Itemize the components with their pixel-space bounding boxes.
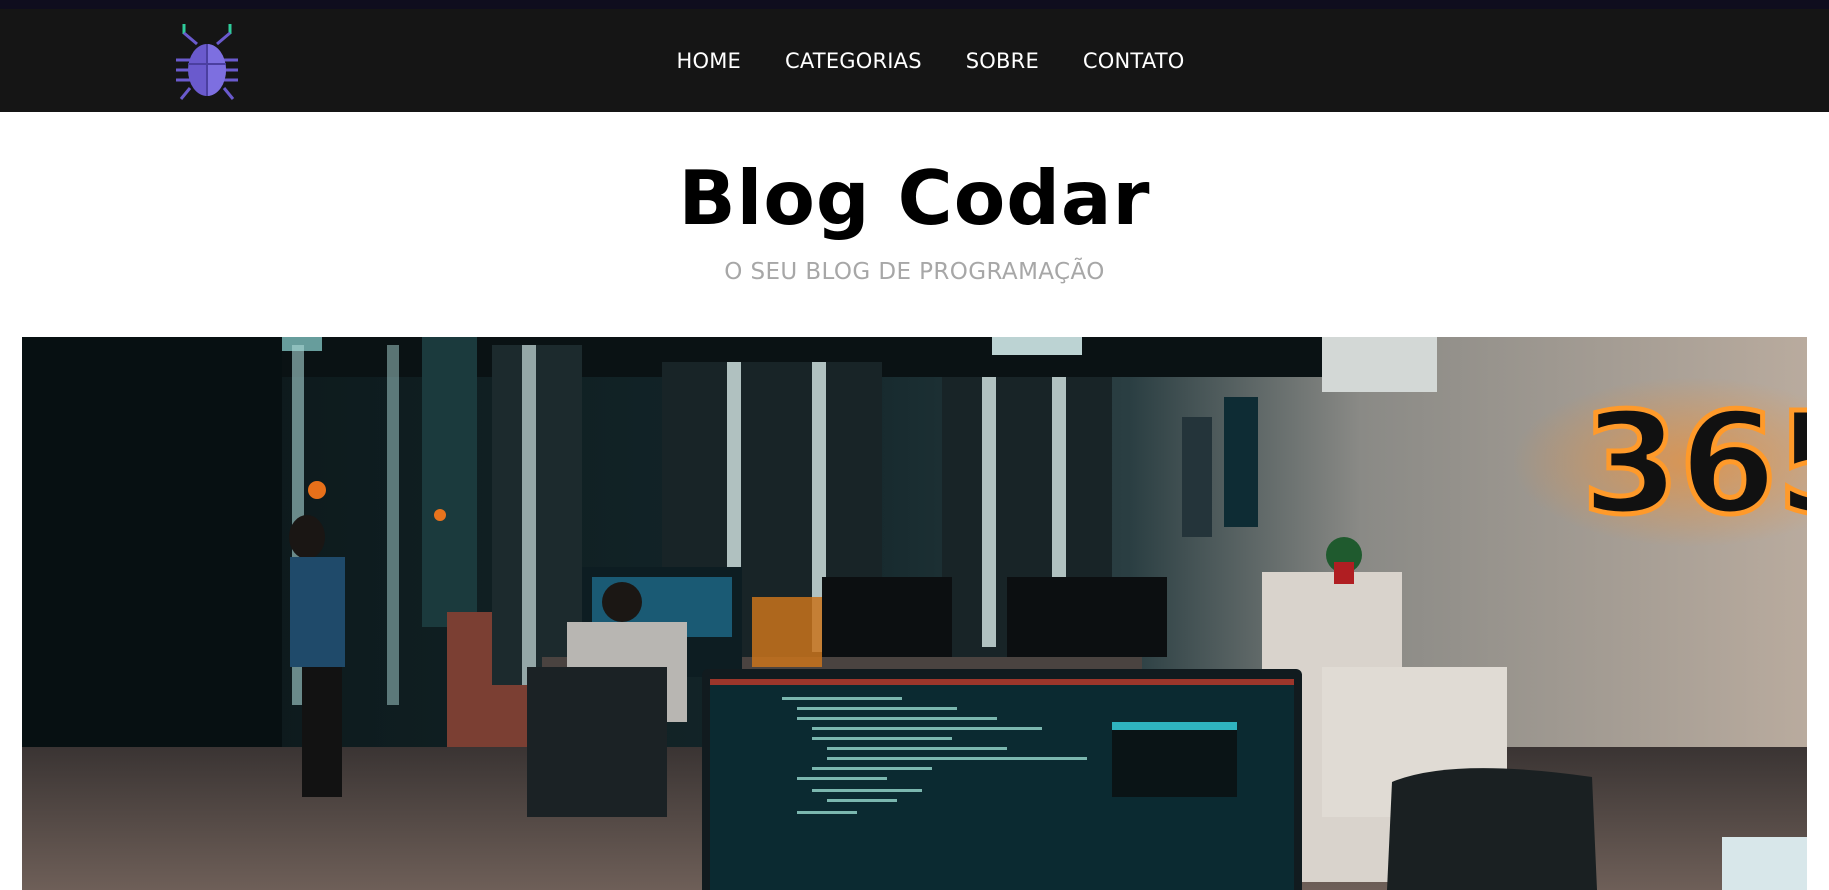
nav-sobre[interactable]: SOBRE	[966, 49, 1039, 73]
main-nav: HOME CATEGORIAS SOBRE CONTATO	[0, 9, 1829, 112]
nav-categorias[interactable]: CATEGORIAS	[785, 49, 922, 73]
hero-image: 365	[22, 337, 1807, 890]
nav-contato[interactable]: CONTATO	[1083, 49, 1185, 73]
page-subtitle: O SEU BLOG DE PROGRAMAÇÃO	[724, 259, 1105, 285]
page-title: Blog Codar	[678, 154, 1151, 242]
nav-home[interactable]: HOME	[676, 49, 741, 73]
office-photo: 365	[22, 337, 1807, 890]
top-strip	[0, 0, 1829, 9]
sign-text: 365	[1582, 383, 1807, 546]
navbar: HOME CATEGORIAS SOBRE CONTATO	[0, 9, 1829, 112]
